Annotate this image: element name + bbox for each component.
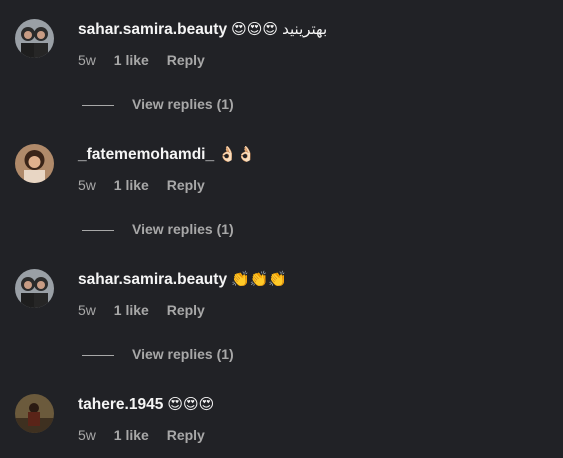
like-count[interactable]: 1 like	[114, 427, 149, 443]
view-replies-button[interactable]: View replies (1)	[82, 345, 234, 363]
divider-line	[82, 104, 114, 106]
timestamp: 5w	[78, 177, 96, 193]
divider-line	[82, 229, 114, 231]
comment-meta: 5w 1 like Reply	[78, 426, 219, 444]
avatar[interactable]	[15, 269, 54, 308]
like-count[interactable]: 1 like	[114, 52, 149, 68]
avatar-image	[15, 144, 54, 183]
comment-meta: 5w 1 like Reply	[78, 301, 219, 319]
comment-meta: 5w 1 like Reply	[78, 176, 219, 194]
divider-line	[82, 354, 114, 356]
reply-button[interactable]: Reply	[167, 177, 205, 193]
avatar-image	[15, 269, 54, 308]
comment-header: tahere.1945 😍😍😍	[78, 394, 214, 416]
username[interactable]: sahar.samira.beauty	[78, 271, 227, 288]
reply-button[interactable]: Reply	[167, 427, 205, 443]
comment-header: sahar.samira.beauty 👏👏👏	[78, 269, 287, 291]
view-replies-label: View replies (1)	[132, 96, 234, 112]
comment-header: _fatememohamdi_ 👌🏻👌🏻	[78, 144, 255, 166]
view-replies-label: View replies (1)	[132, 221, 234, 237]
avatar[interactable]	[15, 394, 54, 433]
username[interactable]: _fatememohamdi_	[78, 146, 214, 163]
avatar-image	[15, 394, 54, 433]
view-replies-button[interactable]: View replies (1)	[82, 220, 234, 238]
timestamp: 5w	[78, 52, 96, 68]
comment-header: sahar.samira.beauty 😍😍😍 بهترینید	[78, 19, 327, 41]
comment-text: 😍😍😍 بهترینید	[231, 21, 328, 38]
avatar[interactable]	[15, 19, 54, 58]
like-count[interactable]: 1 like	[114, 177, 149, 193]
view-replies-button[interactable]: View replies (1)	[82, 95, 234, 113]
username[interactable]: tahere.1945	[78, 396, 163, 413]
avatar[interactable]	[15, 144, 54, 183]
reply-button[interactable]: Reply	[167, 302, 205, 318]
like-count[interactable]: 1 like	[114, 302, 149, 318]
avatar-image	[15, 19, 54, 58]
view-replies-label: View replies (1)	[132, 346, 234, 362]
reply-button[interactable]: Reply	[167, 52, 205, 68]
timestamp: 5w	[78, 427, 96, 443]
comment-text: 👌🏻👌🏻	[218, 146, 256, 163]
comment-text: 👏👏👏	[231, 271, 288, 288]
timestamp: 5w	[78, 302, 96, 318]
comment-text: 😍😍😍	[167, 396, 215, 413]
comment-meta: 5w 1 like Reply	[78, 51, 219, 69]
username[interactable]: sahar.samira.beauty	[78, 21, 227, 38]
